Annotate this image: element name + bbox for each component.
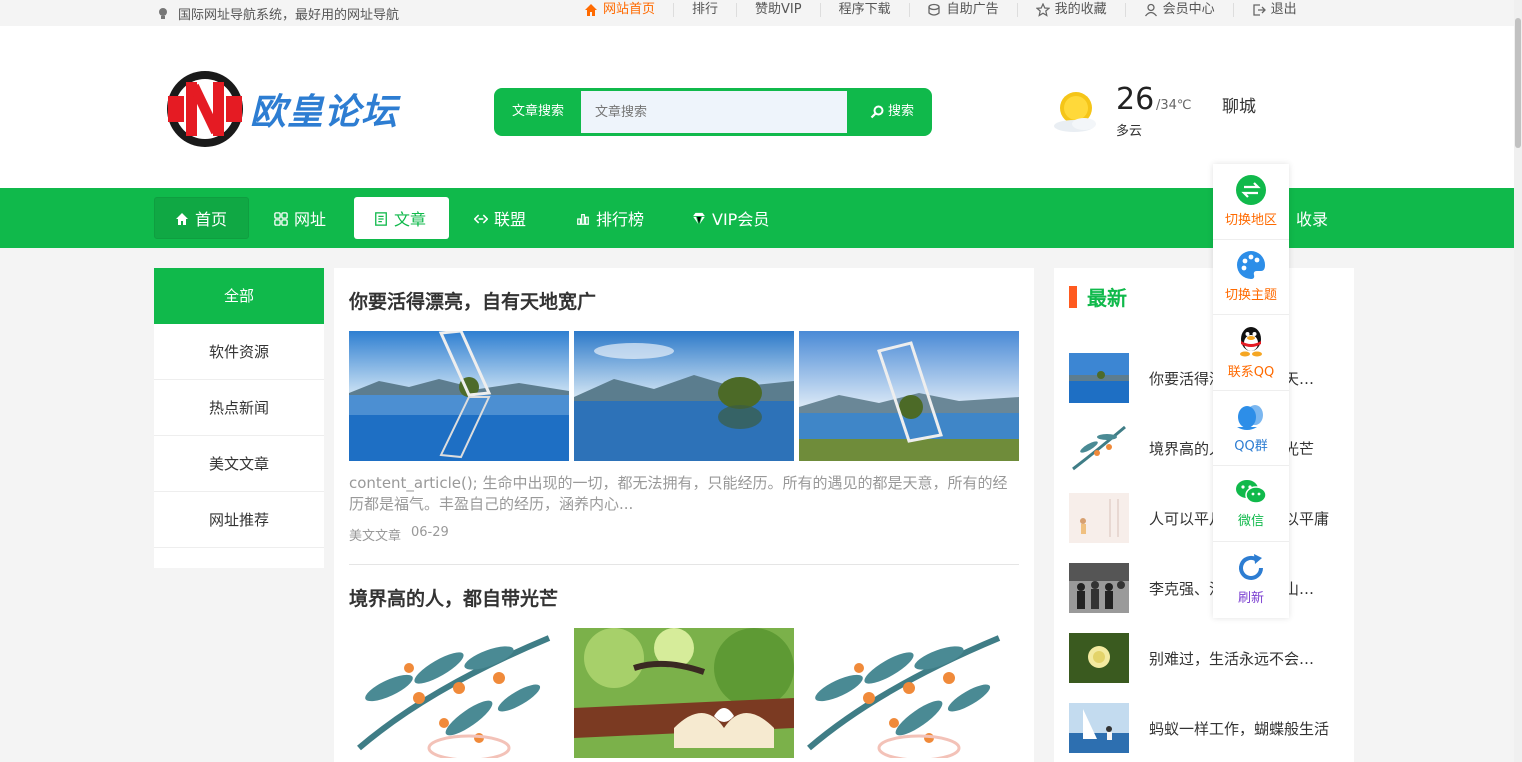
latest-thumb bbox=[1069, 703, 1129, 753]
refresh-button[interactable]: 刷新 bbox=[1213, 542, 1289, 618]
category-list: 全部 软件资源 热点新闻 美文文章 网址推荐 bbox=[154, 268, 324, 568]
category-news[interactable]: 热点新闻 bbox=[154, 380, 324, 436]
top-bar: 国际网址导航系统，最好用的网址导航 网站首页 排行 赞助VIP 程序下载 自助广… bbox=[0, 0, 1514, 26]
switch-region-button[interactable]: 切换地区 bbox=[1213, 164, 1289, 240]
weather-widget: 26 /34℃ 聊城 多云 bbox=[1052, 82, 1282, 142]
palette-icon bbox=[1237, 251, 1265, 280]
home-icon bbox=[175, 211, 189, 225]
document-icon bbox=[374, 211, 388, 226]
top-link-vip[interactable]: 赞助VIP bbox=[737, 3, 821, 17]
latest-item[interactable]: 蚂蚁一样工作，蝴蝶般生活 bbox=[1069, 703, 1339, 753]
page-scrollbar[interactable] bbox=[1514, 0, 1522, 762]
latest-header: 最新 bbox=[1069, 282, 1127, 311]
latest-item[interactable]: 你要活得漂亮，自有天地宽广 bbox=[1069, 353, 1339, 403]
coins-icon bbox=[927, 3, 942, 17]
wechat-icon bbox=[1236, 480, 1267, 504]
article-image[interactable] bbox=[349, 628, 569, 758]
slogan-text: 国际网址导航系统，最好用的网址导航 bbox=[178, 8, 400, 23]
top-link-favorites[interactable]: 我的收藏 bbox=[1018, 3, 1126, 17]
search-box: 文章搜索 搜索 bbox=[494, 88, 932, 136]
user-icon bbox=[1144, 3, 1158, 17]
top-link-download[interactable]: 程序下载 bbox=[821, 3, 910, 17]
category-essays[interactable]: 美文文章 bbox=[154, 436, 324, 492]
latest-thumb bbox=[1069, 563, 1129, 613]
latest-thumb bbox=[1069, 633, 1129, 683]
article-image[interactable] bbox=[799, 628, 1019, 758]
search-input[interactable] bbox=[581, 91, 847, 133]
article-summary: content_article(); 生命中出现的一切，都无法拥有，只能经历。所… bbox=[349, 474, 1008, 513]
nav-item-articles[interactable]: 文章 bbox=[354, 197, 449, 239]
logout-icon bbox=[1252, 3, 1266, 17]
diamond-icon bbox=[692, 211, 706, 227]
article-image[interactable] bbox=[574, 628, 794, 758]
article-category[interactable]: 美文文章 bbox=[349, 525, 401, 544]
nav-item-home[interactable]: 首页 bbox=[154, 197, 249, 239]
nav-item-alliance[interactable]: 联盟 bbox=[454, 197, 546, 239]
latest-item[interactable]: 境界高的人，都自带光芒 bbox=[1069, 423, 1339, 473]
latest-thumb bbox=[1069, 353, 1129, 403]
floating-toolbar: 切换地区 切换主题 联系QQ QQ群 微信 刷新 bbox=[1213, 164, 1289, 618]
latest-bar bbox=[1069, 285, 1077, 308]
bar-chart-icon bbox=[576, 211, 590, 225]
wechat-button[interactable]: 微信 bbox=[1213, 466, 1289, 542]
article-date: 06-29 bbox=[411, 525, 449, 540]
article-images bbox=[349, 628, 1019, 758]
top-links: 网站首页 排行 赞助VIP 程序下载 自助广告 我的收藏 会员中心 退出 bbox=[566, 3, 1315, 17]
article-divider bbox=[349, 564, 1019, 565]
category-software[interactable]: 软件资源 bbox=[154, 324, 324, 380]
article-item: 境界高的人，都自带光芒 bbox=[349, 584, 1019, 758]
article-image[interactable] bbox=[799, 331, 1019, 461]
logo-emblem-icon bbox=[167, 71, 243, 147]
article-image[interactable] bbox=[349, 331, 569, 461]
search-icon bbox=[870, 105, 884, 119]
article-title[interactable]: 境界高的人，都自带光芒 bbox=[349, 584, 1019, 614]
logo-text: 欧皇论坛 bbox=[250, 92, 399, 133]
latest-title: 最新 bbox=[1087, 286, 1127, 310]
latest-thumb bbox=[1069, 493, 1129, 543]
article-title[interactable]: 你要活得漂亮，自有天地宽广 bbox=[349, 287, 1019, 317]
scrollbar-thumb[interactable] bbox=[1515, 18, 1521, 148]
top-link-rank[interactable]: 排行 bbox=[674, 3, 738, 17]
lightbulb-icon bbox=[156, 7, 170, 21]
grid-icon bbox=[274, 211, 288, 226]
article-images bbox=[349, 331, 1019, 461]
link-icon bbox=[474, 211, 488, 225]
weather-temp: 26 bbox=[1116, 82, 1155, 117]
qq-group-button[interactable]: QQ群 bbox=[1213, 391, 1289, 467]
qq-group-icon bbox=[1237, 404, 1263, 430]
weather-range: /34℃ bbox=[1156, 98, 1192, 113]
search-button[interactable]: 搜索 bbox=[852, 88, 932, 136]
category-sites[interactable]: 网址推荐 bbox=[154, 492, 324, 548]
latest-item[interactable]: 别难过，生活永远不会亏待你 bbox=[1069, 633, 1339, 683]
star-icon bbox=[1035, 3, 1050, 17]
latest-item[interactable]: 人可以平凡，但不可以平庸 bbox=[1069, 493, 1339, 543]
switch-theme-button[interactable]: 切换主题 bbox=[1213, 240, 1289, 316]
site-logo[interactable]: 欧皇论坛 bbox=[164, 68, 434, 150]
search-category[interactable]: 文章搜索 bbox=[494, 88, 582, 136]
category-all[interactable]: 全部 bbox=[154, 268, 324, 324]
latest-thumb bbox=[1069, 423, 1129, 473]
weather-city[interactable]: 聊城 bbox=[1222, 92, 1256, 117]
article-image[interactable] bbox=[574, 331, 794, 461]
nav-item-vip[interactable]: VIP会员 bbox=[672, 197, 789, 239]
latest-item[interactable]: 李克强、汪洋、王岐山、赵乐际、王毅 bbox=[1069, 563, 1339, 613]
refresh-icon bbox=[1239, 554, 1263, 581]
nav-item-sites[interactable]: 网址 bbox=[254, 197, 346, 239]
latest-panel: 最新 你要活得漂亮，自有天地宽广 境界高的人，都自带光芒 人可以平凡，但不可以平… bbox=[1054, 268, 1354, 762]
weather-cloudy-sun-icon bbox=[1054, 92, 1096, 132]
top-link-member[interactable]: 会员中心 bbox=[1126, 3, 1234, 17]
article-item: 你要活得漂亮，自有天地宽广 content_article(); 生命中出现的一… bbox=[349, 287, 1019, 544]
top-link-logout[interactable]: 退出 bbox=[1234, 3, 1315, 17]
home-icon bbox=[584, 3, 598, 17]
nav-item-ranking[interactable]: 排行榜 bbox=[556, 197, 664, 239]
contact-qq-button[interactable]: 联系QQ bbox=[1213, 315, 1289, 391]
top-link-ads[interactable]: 自助广告 bbox=[910, 3, 1018, 17]
qq-penguin-icon bbox=[1240, 326, 1262, 357]
weather-condition: 多云 bbox=[1116, 124, 1143, 139]
article-meta: 美文文章 06-29 bbox=[349, 525, 1019, 544]
article-list: 你要活得漂亮，自有天地宽广 content_article(); 生命中出现的一… bbox=[334, 268, 1034, 762]
top-link-home[interactable]: 网站首页 bbox=[566, 3, 675, 17]
switch-arrows-icon bbox=[1236, 174, 1266, 205]
site-slogan: 国际网址导航系统，最好用的网址导航 bbox=[156, 4, 399, 23]
